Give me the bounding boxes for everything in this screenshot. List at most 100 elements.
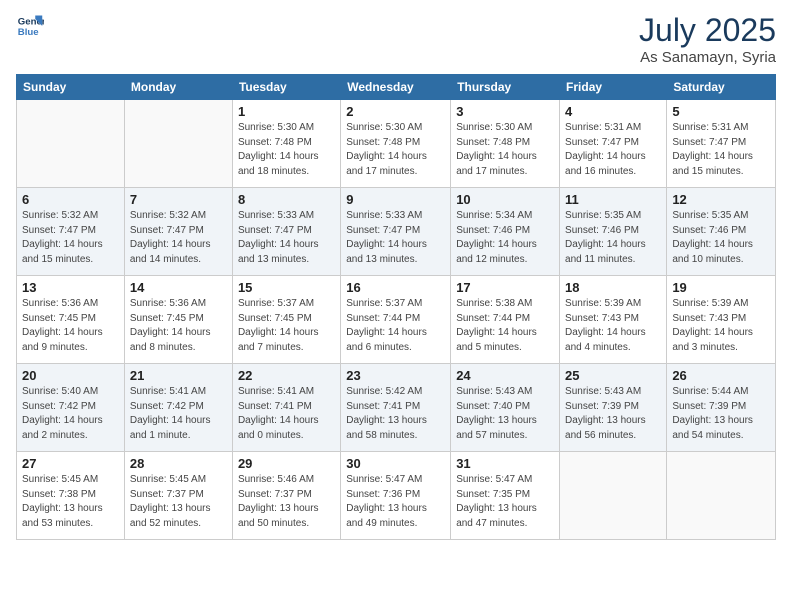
day-detail: Sunrise: 5:30 AM Sunset: 7:48 PM Dayligh… bbox=[456, 121, 554, 179]
day-detail: Sunrise: 5:46 AM Sunset: 7:37 PM Dayligh… bbox=[238, 473, 335, 531]
month-title: July 2025 bbox=[639, 12, 776, 49]
day-detail: Sunrise: 5:31 AM Sunset: 7:47 PM Dayligh… bbox=[672, 121, 770, 179]
col-saturday: Saturday bbox=[667, 75, 776, 100]
table-row: 21 Sunrise: 5:41 AM Sunset: 7:42 PM Dayli… bbox=[124, 364, 232, 452]
day-number: 30 bbox=[346, 456, 445, 471]
day-number: 9 bbox=[346, 192, 445, 207]
day-number: 2 bbox=[346, 104, 445, 119]
day-number: 13 bbox=[22, 280, 119, 295]
logo: General Blue bbox=[16, 12, 44, 40]
day-number: 4 bbox=[565, 104, 661, 119]
svg-text:Blue: Blue bbox=[18, 27, 39, 38]
table-row: 26Sunrise: 5:44 AM Sunset: 7:39 PM Dayli… bbox=[667, 364, 776, 452]
calendar-week-row: 6 Sunrise: 5:32 AM Sunset: 7:47 PM Daylig… bbox=[17, 188, 776, 276]
day-number: 31 bbox=[456, 456, 554, 471]
calendar: Sunday Monday Tuesday Wednesday Thursday… bbox=[16, 74, 776, 540]
calendar-week-row: 1 Sunrise: 5:30 AM Sunset: 7:48 PM Daylig… bbox=[17, 100, 776, 188]
table-row bbox=[17, 100, 125, 188]
table-row: 14 Sunrise: 5:36 AM Sunset: 7:45 PM Dayli… bbox=[124, 276, 232, 364]
table-row: 13 Sunrise: 5:36 AM Sunset: 7:45 PM Dayli… bbox=[17, 276, 125, 364]
day-number: 14 bbox=[130, 280, 227, 295]
day-detail: Sunrise: 5:43 AM Sunset: 7:39 PM Dayligh… bbox=[565, 385, 661, 443]
day-detail: Sunrise: 5:41 AM Sunset: 7:42 PM Dayligh… bbox=[130, 385, 227, 443]
day-number: 6 bbox=[22, 192, 119, 207]
day-number: 25 bbox=[565, 368, 661, 383]
table-row: 27 Sunrise: 5:45 AM Sunset: 7:38 PM Dayli… bbox=[17, 452, 125, 540]
table-row bbox=[667, 452, 776, 540]
table-row: 22 Sunrise: 5:41 AM Sunset: 7:41 PM Dayli… bbox=[232, 364, 340, 452]
day-detail: Sunrise: 5:42 AM Sunset: 7:41 PM Dayligh… bbox=[346, 385, 445, 443]
day-detail: Sunrise: 5:37 AM Sunset: 7:44 PM Dayligh… bbox=[346, 297, 445, 355]
day-number: 24 bbox=[456, 368, 554, 383]
day-detail: Sunrise: 5:45 AM Sunset: 7:38 PM Dayligh… bbox=[22, 473, 119, 531]
day-detail: Sunrise: 5:45 AM Sunset: 7:37 PM Dayligh… bbox=[130, 473, 227, 531]
table-row: 28 Sunrise: 5:45 AM Sunset: 7:37 PM Dayli… bbox=[124, 452, 232, 540]
title-area: July 2025 As Sanamayn, Syria bbox=[639, 12, 776, 66]
calendar-header-row: Sunday Monday Tuesday Wednesday Thursday… bbox=[17, 75, 776, 100]
table-row: 9 Sunrise: 5:33 AM Sunset: 7:47 PM Daylig… bbox=[341, 188, 451, 276]
day-number: 5 bbox=[672, 104, 770, 119]
logo-icon: General Blue bbox=[16, 12, 44, 40]
day-number: 15 bbox=[238, 280, 335, 295]
table-row: 16 Sunrise: 5:37 AM Sunset: 7:44 PM Dayli… bbox=[341, 276, 451, 364]
table-row: 15 Sunrise: 5:37 AM Sunset: 7:45 PM Dayli… bbox=[232, 276, 340, 364]
day-detail: Sunrise: 5:32 AM Sunset: 7:47 PM Dayligh… bbox=[22, 209, 119, 267]
header: General Blue July 2025 As Sanamayn, Syri… bbox=[16, 12, 776, 66]
col-monday: Monday bbox=[124, 75, 232, 100]
day-number: 29 bbox=[238, 456, 335, 471]
day-detail: Sunrise: 5:30 AM Sunset: 7:48 PM Dayligh… bbox=[238, 121, 335, 179]
day-detail: Sunrise: 5:35 AM Sunset: 7:46 PM Dayligh… bbox=[672, 209, 770, 267]
day-number: 10 bbox=[456, 192, 554, 207]
day-detail: Sunrise: 5:36 AM Sunset: 7:45 PM Dayligh… bbox=[22, 297, 119, 355]
calendar-week-row: 20Sunrise: 5:40 AM Sunset: 7:42 PM Dayli… bbox=[17, 364, 776, 452]
day-number: 7 bbox=[130, 192, 227, 207]
table-row: 2 Sunrise: 5:30 AM Sunset: 7:48 PM Daylig… bbox=[341, 100, 451, 188]
day-number: 17 bbox=[456, 280, 554, 295]
table-row: 10 Sunrise: 5:34 AM Sunset: 7:46 PM Dayli… bbox=[451, 188, 560, 276]
day-number: 28 bbox=[130, 456, 227, 471]
day-number: 20 bbox=[22, 368, 119, 383]
table-row: 5 Sunrise: 5:31 AM Sunset: 7:47 PM Daylig… bbox=[667, 100, 776, 188]
table-row: 4Sunrise: 5:31 AM Sunset: 7:47 PM Daylig… bbox=[560, 100, 667, 188]
table-row: 7 Sunrise: 5:32 AM Sunset: 7:47 PM Daylig… bbox=[124, 188, 232, 276]
day-number: 3 bbox=[456, 104, 554, 119]
day-number: 27 bbox=[22, 456, 119, 471]
table-row: 20Sunrise: 5:40 AM Sunset: 7:42 PM Dayli… bbox=[17, 364, 125, 452]
day-number: 16 bbox=[346, 280, 445, 295]
day-number: 18 bbox=[565, 280, 661, 295]
day-detail: Sunrise: 5:43 AM Sunset: 7:40 PM Dayligh… bbox=[456, 385, 554, 443]
day-number: 22 bbox=[238, 368, 335, 383]
col-tuesday: Tuesday bbox=[232, 75, 340, 100]
table-row bbox=[124, 100, 232, 188]
col-thursday: Thursday bbox=[451, 75, 560, 100]
day-detail: Sunrise: 5:35 AM Sunset: 7:46 PM Dayligh… bbox=[565, 209, 661, 267]
day-number: 11 bbox=[565, 192, 661, 207]
table-row: 18Sunrise: 5:39 AM Sunset: 7:43 PM Dayli… bbox=[560, 276, 667, 364]
table-row: 30Sunrise: 5:47 AM Sunset: 7:36 PM Dayli… bbox=[341, 452, 451, 540]
day-detail: Sunrise: 5:30 AM Sunset: 7:48 PM Dayligh… bbox=[346, 121, 445, 179]
table-row: 11 Sunrise: 5:35 AM Sunset: 7:46 PM Dayli… bbox=[560, 188, 667, 276]
day-detail: Sunrise: 5:41 AM Sunset: 7:41 PM Dayligh… bbox=[238, 385, 335, 443]
table-row: 24 Sunrise: 5:43 AM Sunset: 7:40 PM Dayli… bbox=[451, 364, 560, 452]
day-number: 12 bbox=[672, 192, 770, 207]
day-detail: Sunrise: 5:33 AM Sunset: 7:47 PM Dayligh… bbox=[238, 209, 335, 267]
table-row: 1 Sunrise: 5:30 AM Sunset: 7:48 PM Daylig… bbox=[232, 100, 340, 188]
col-wednesday: Wednesday bbox=[341, 75, 451, 100]
table-row: 12 Sunrise: 5:35 AM Sunset: 7:46 PM Dayli… bbox=[667, 188, 776, 276]
table-row bbox=[560, 452, 667, 540]
col-friday: Friday bbox=[560, 75, 667, 100]
table-row: 17 Sunrise: 5:38 AM Sunset: 7:44 PM Dayli… bbox=[451, 276, 560, 364]
day-detail: Sunrise: 5:36 AM Sunset: 7:45 PM Dayligh… bbox=[130, 297, 227, 355]
location-subtitle: As Sanamayn, Syria bbox=[639, 49, 776, 66]
day-detail: Sunrise: 5:38 AM Sunset: 7:44 PM Dayligh… bbox=[456, 297, 554, 355]
day-detail: Sunrise: 5:47 AM Sunset: 7:35 PM Dayligh… bbox=[456, 473, 554, 531]
day-detail: Sunrise: 5:44 AM Sunset: 7:39 PM Dayligh… bbox=[672, 385, 770, 443]
table-row: 25 Sunrise: 5:43 AM Sunset: 7:39 PM Dayli… bbox=[560, 364, 667, 452]
day-detail: Sunrise: 5:34 AM Sunset: 7:46 PM Dayligh… bbox=[456, 209, 554, 267]
day-number: 21 bbox=[130, 368, 227, 383]
day-detail: Sunrise: 5:32 AM Sunset: 7:47 PM Dayligh… bbox=[130, 209, 227, 267]
day-detail: Sunrise: 5:33 AM Sunset: 7:47 PM Dayligh… bbox=[346, 209, 445, 267]
day-detail: Sunrise: 5:37 AM Sunset: 7:45 PM Dayligh… bbox=[238, 297, 335, 355]
day-number: 1 bbox=[238, 104, 335, 119]
col-sunday: Sunday bbox=[17, 75, 125, 100]
